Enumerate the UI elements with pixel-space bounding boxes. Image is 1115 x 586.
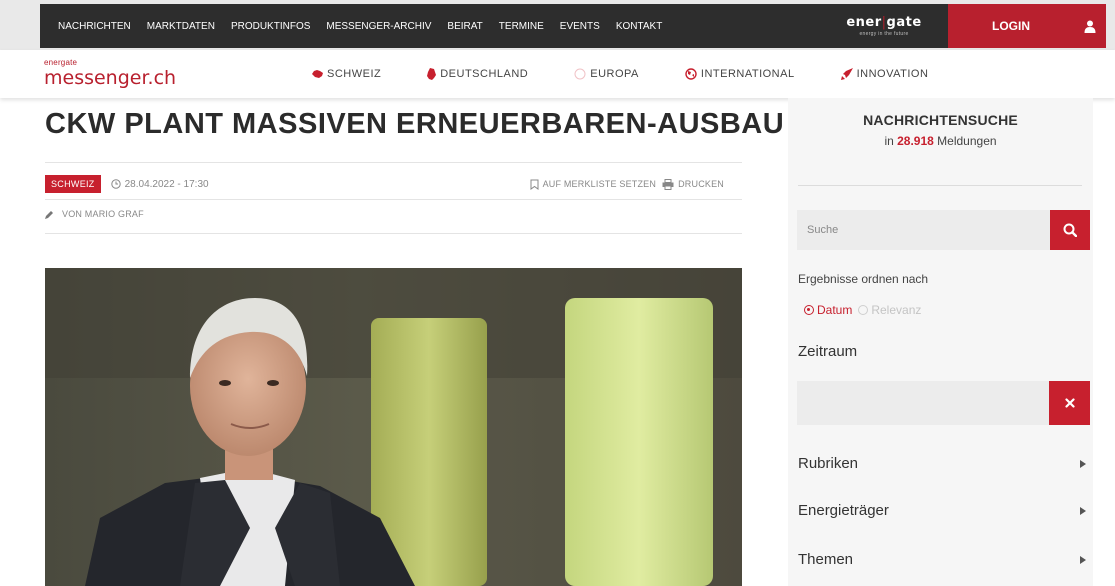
region-innovation[interactable]: INNOVATION <box>840 68 929 80</box>
messenger-logo[interactable]: energate messenger.ch <box>44 58 176 89</box>
clear-date-button[interactable] <box>1049 381 1090 425</box>
order-options: Datum Relevanz <box>804 303 927 317</box>
region-europa[interactable]: EUROPA <box>574 68 639 80</box>
user-account-button[interactable] <box>1074 4 1106 48</box>
user-icon <box>1084 20 1096 33</box>
sidebar-title: NACHRICHTENSUCHE <box>863 112 1018 128</box>
region-nav: SCHWEIZ DEUTSCHLAND EUROPA INTERNATIONAL… <box>312 50 928 98</box>
nav-marktdaten[interactable]: MARKTDATEN <box>147 21 215 32</box>
search-icon <box>1063 223 1077 237</box>
print-button[interactable]: DRUCKEN <box>662 178 724 190</box>
order-radio-relevanz[interactable]: Relevanz <box>858 303 921 317</box>
article-meta: SCHWEIZ 28.04.2022 - 17:30 AUF MERKLISTE… <box>45 175 742 193</box>
bookmark-icon <box>530 179 539 190</box>
zeitraum-label: Zeitraum <box>798 343 858 360</box>
nav-produktinfos[interactable]: PRODUKTINFOS <box>231 21 310 32</box>
nav-nachrichten[interactable]: NACHRICHTEN <box>58 21 131 32</box>
energate-brand-logo[interactable]: ener|gate energy in the future <box>832 4 936 48</box>
divider <box>45 162 742 163</box>
article-photo <box>45 268 742 586</box>
brand-tagline: energy in the future <box>859 31 909 37</box>
germany-map-icon <box>427 68 437 80</box>
clock-icon <box>110 179 121 189</box>
article-author: VON MARIO GRAF <box>45 209 144 219</box>
category-badge[interactable]: SCHWEIZ <box>45 175 101 193</box>
main-nav: NACHRICHTEN MARKTDATEN PRODUKTINFOS MESS… <box>40 4 678 48</box>
nav-termine[interactable]: TERMINE <box>499 21 544 32</box>
divider <box>45 233 742 234</box>
region-bar: energate messenger.ch SCHWEIZ DEUTSCHLAN… <box>0 50 1115 98</box>
swiss-map-icon <box>312 70 323 78</box>
search-sidebar: NACHRICHTENSUCHE in 28.918 Meldungen Erg… <box>788 98 1093 586</box>
brand-wordmark: ener|gate <box>846 15 922 30</box>
region-schweiz[interactable]: SCHWEIZ <box>312 68 381 80</box>
radio-checked-icon <box>804 305 814 315</box>
close-icon <box>1064 398 1075 408</box>
top-bar-inner: NACHRICHTEN MARKTDATEN PRODUKTINFOS MESS… <box>40 4 1106 48</box>
rocket-icon <box>840 68 853 80</box>
order-label: Ergebnisse ordnen nach <box>798 272 929 286</box>
region-international[interactable]: INTERNATIONAL <box>685 68 795 80</box>
nav-beirat[interactable]: BEIRAT <box>447 21 482 32</box>
region-deutschland[interactable]: DEUTSCHLAND <box>427 68 528 80</box>
caret-right-icon <box>1080 555 1086 564</box>
article-headline: CKW PLANT MASSIVEN ERNEUERBAREN-AUSBAU <box>45 108 785 140</box>
article-date: 28.04.2022 - 17:30 <box>110 179 209 190</box>
pencil-icon <box>45 210 53 219</box>
caret-right-icon <box>1080 506 1086 515</box>
order-radio-datum[interactable]: Datum <box>804 303 852 317</box>
divider <box>45 199 742 200</box>
search-input[interactable] <box>797 210 1050 250</box>
globe-icon <box>685 68 697 80</box>
bookmark-button[interactable]: AUF MERKLISTE SETZEN <box>530 179 657 190</box>
sidebar-divider <box>798 185 1082 186</box>
accordion-rubriken[interactable]: Rubriken <box>798 455 1088 472</box>
nav-events[interactable]: EVENTS <box>560 21 600 32</box>
nav-kontakt[interactable]: KONTAKT <box>616 21 662 32</box>
login-button[interactable]: LOGIN <box>948 4 1074 48</box>
search-form <box>797 210 1090 250</box>
date-range-input[interactable] <box>797 381 1049 425</box>
article-actions: AUF MERKLISTE SETZEN DRUCKEN <box>524 178 724 190</box>
printer-icon <box>662 178 674 190</box>
result-count: 28.918 <box>897 134 934 148</box>
date-range-field <box>797 381 1090 425</box>
caret-right-icon <box>1080 459 1086 468</box>
sidebar-count-line: in 28.918 Meldungen <box>884 134 997 148</box>
top-bar: NACHRICHTEN MARKTDATEN PRODUKTINFOS MESS… <box>0 0 1115 50</box>
nav-messenger-archiv[interactable]: MESSENGER-ARCHIV <box>326 21 431 32</box>
accordion-energietraeger[interactable]: Energieträger <box>798 502 1088 519</box>
radio-unchecked-icon <box>858 305 869 315</box>
logo-big-text: messenger.ch <box>44 67 177 89</box>
europe-circle-icon <box>574 68 586 80</box>
search-button[interactable] <box>1050 210 1090 250</box>
accordion-themen[interactable]: Themen <box>798 551 1088 568</box>
logo-small-text: energate <box>44 58 78 67</box>
